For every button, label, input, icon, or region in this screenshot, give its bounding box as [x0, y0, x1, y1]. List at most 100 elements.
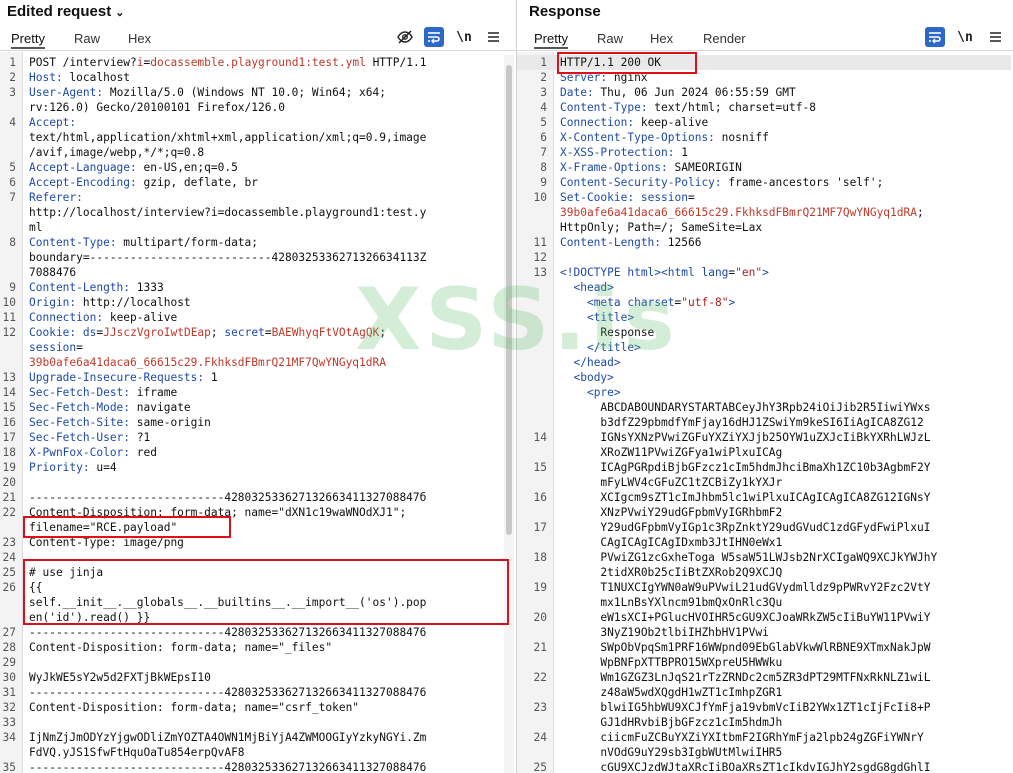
code-line[interactable]: 4 Accept: — [0, 115, 503, 130]
code-line[interactable]: 39b0afe6a41daca6_66615c29.FkhksdFBmrQ21M… — [517, 205, 1011, 220]
code-line[interactable]: 8 X-Frame-Options: SAMEORIGIN — [517, 160, 1011, 175]
code-line[interactable]: 5 Connection: keep-alive — [517, 115, 1011, 130]
code-line[interactable]: 3 User-Agent: Mozilla/5.0 (Windows NT 10.… — [0, 85, 503, 100]
code-line[interactable]: 34 IjNmZjJmODYzYjgwODliZmYOZTA4OWN1MjBiYj… — [0, 730, 503, 745]
code-line[interactable]: <meta charset="utf-8"> — [517, 295, 1011, 310]
code-line[interactable]: boundary=---------------------------4280… — [0, 250, 503, 265]
response-editor[interactable]: 1 HTTP/1.1 200 OK 2 Server: nginx 3 Date: Thu… — [517, 55, 1011, 773]
code-line[interactable]: 25 cGU9XCJzdWJtaXRcIiBOaXRsZT1cIkdvIGJhY… — [517, 760, 1011, 773]
tab-raw[interactable]: Raw — [597, 31, 623, 46]
wrap-lines-icon[interactable] — [424, 27, 444, 47]
code-line[interactable]: 7 Referer: — [0, 190, 503, 205]
code-line[interactable]: 2tidXR0b25cIiBtZXRob2Q9XCJQ — [517, 565, 1011, 580]
code-line[interactable]: 1 HTTP/1.1 200 OK — [517, 55, 1011, 70]
code-line[interactable]: 39b0afe6a41daca6_66615c29.FkhksdFBmrQ21M… — [0, 355, 503, 370]
code-line[interactable]: 2 Server: nginx — [517, 70, 1011, 85]
code-line[interactable]: CAgICAgICAgIDxmb3JtIHN0eWx1 — [517, 535, 1011, 550]
tab-render[interactable]: Render — [703, 31, 746, 46]
code-line[interactable]: http://localhost/interview?i=docassemble… — [0, 205, 503, 220]
code-line[interactable]: 17 Sec-Fetch-User: ?1 — [0, 430, 503, 445]
code-line[interactable]: 22 Wm1GZGZ3LnJqS21rTzZRNDc2cm5ZR3dPT29MT… — [517, 670, 1011, 685]
tab-hex[interactable]: Hex — [650, 31, 673, 46]
code-line[interactable]: Response — [517, 325, 1011, 340]
code-line[interactable]: 21 SWpObVpqSm1PRF16WWpnd09EbGlabVkwWlRBN… — [517, 640, 1011, 655]
wrap-lines-icon[interactable] — [925, 27, 945, 47]
code-line[interactable]: rv:126.0) Gecko/20100101 Firefox/126.0 — [0, 100, 503, 115]
code-line[interactable]: nVOdG9uY29sb3IgbWUtMlwiIHR5 — [517, 745, 1011, 760]
code-line[interactable]: 11 Connection: keep-alive — [0, 310, 503, 325]
code-line[interactable]: 22 Content-Disposition: form-data; name="… — [0, 505, 503, 520]
code-line[interactable]: mFyLWV4cGFuZC1tZCBiZy1kYXJr — [517, 475, 1011, 490]
code-line[interactable]: 21 -----------------------------428032533… — [0, 490, 503, 505]
code-line[interactable]: en('id').read() }} — [0, 610, 503, 625]
code-line[interactable]: 9 Content-Security-Policy: frame-ancestor… — [517, 175, 1011, 190]
code-line[interactable]: 9 Content-Length: 1333 — [0, 280, 503, 295]
code-line[interactable]: 5 Accept-Language: en-US,en;q=0.5 — [0, 160, 503, 175]
code-line[interactable]: <body> — [517, 370, 1011, 385]
tab-raw[interactable]: Raw — [74, 31, 100, 46]
code-line[interactable]: 17 Y29udGFpbmVyIGp1c3RpZnktY29udGVudC1zd… — [517, 520, 1011, 535]
code-line[interactable]: text/html,application/xhtml+xml,applicat… — [0, 130, 503, 145]
code-line[interactable]: 18 X-PwnFox-Color: red — [0, 445, 503, 460]
code-line[interactable]: 7 X-XSS-Protection: 1 — [517, 145, 1011, 160]
menu-icon[interactable] — [483, 27, 503, 47]
code-line[interactable]: 35 -----------------------------428032533… — [0, 760, 503, 773]
code-line[interactable]: 25 # use jinja — [0, 565, 503, 580]
code-line[interactable]: 23 Content-Type: image/png — [0, 535, 503, 550]
code-line[interactable]: <head> — [517, 280, 1011, 295]
code-line[interactable]: 16 XCIgcm9sZT1cImJhbm5lc1wiPlxuICAgICAgI… — [517, 490, 1011, 505]
code-line[interactable]: 20 — [0, 475, 503, 490]
code-line[interactable]: 33 — [0, 715, 503, 730]
code-line[interactable]: 1 POST /interview?i=docassemble.playgroun… — [0, 55, 503, 70]
request-scrollbar[interactable] — [504, 55, 514, 773]
code-line[interactable]: filename="RCE.payload" — [0, 520, 503, 535]
code-line[interactable]: ml — [0, 220, 503, 235]
code-line[interactable]: 24 — [0, 550, 503, 565]
code-line[interactable]: <title> — [517, 310, 1011, 325]
code-line[interactable]: </head> — [517, 355, 1011, 370]
code-line[interactable]: 12 Cookie: ds=JJsczVgroIwtDEap; secret=BA… — [0, 325, 503, 340]
chevron-down-icon[interactable]: ⌄ — [115, 7, 124, 19]
request-editor[interactable]: 1 POST /interview?i=docassemble.playgroun… — [0, 55, 503, 773]
request-title[interactable]: Edited request ⌄ — [7, 3, 124, 20]
code-line[interactable]: b3dfZ29pbmdfYmFjay16dHJ1ZSwiYm9keSI6IiAg… — [517, 415, 1011, 430]
tab-pretty[interactable]: Pretty — [11, 31, 45, 49]
code-line[interactable]: 32 Content-Disposition: form-data; name="… — [0, 700, 503, 715]
code-line[interactable]: 24 ciicmFuZCBuYXZiYXItbmF2IGRhYmFja2lpb2… — [517, 730, 1011, 745]
code-line[interactable]: 11 Content-Length: 12566 — [517, 235, 1011, 250]
code-line[interactable]: XNzPVwiY29udGFpbmVyIGRhbmF2 — [517, 505, 1011, 520]
code-line[interactable]: 6 Accept-Encoding: gzip, deflate, br — [0, 175, 503, 190]
code-line[interactable]: 26 {{ — [0, 580, 503, 595]
code-line[interactable]: 31 -----------------------------428032533… — [0, 685, 503, 700]
code-line[interactable]: 15 Sec-Fetch-Mode: navigate — [0, 400, 503, 415]
code-line[interactable]: 8 Content-Type: multipart/form-data; — [0, 235, 503, 250]
code-line[interactable]: 3NyZ19Ob2tlbiIHZhbHV1PVwi — [517, 625, 1011, 640]
code-line[interactable]: 16 Sec-Fetch-Site: same-origin — [0, 415, 503, 430]
code-line[interactable]: 7088476 — [0, 265, 503, 280]
code-line[interactable]: WpBNFpXTTBPRO15WXpreU5HWWku — [517, 655, 1011, 670]
code-line[interactable]: 15 ICAgPGRpdiBjbGFzcz1cIm5hdmJhciBmaXh1Z… — [517, 460, 1011, 475]
code-line[interactable]: GJ1dHRvbiBjbGFzcz1cIm5hdmJh — [517, 715, 1011, 730]
code-line[interactable]: 23 blwiIG5hbWU9XCJfYmFja19vbmVcIiB2YWx1Z… — [517, 700, 1011, 715]
code-line[interactable]: 13 Upgrade-Insecure-Requests: 1 — [0, 370, 503, 385]
tab-hex[interactable]: Hex — [128, 31, 151, 46]
code-line[interactable]: 14 IGNsYXNzPVwiZGFuYXZiYXJjb25OYW1uZXJcI… — [517, 430, 1011, 445]
code-line[interactable]: /avif,image/webp,*/*;q=0.8 — [0, 145, 503, 160]
code-line[interactable]: 18 PVwiZG1zcGxheToga W5saW51LWJsb2NrXCIg… — [517, 550, 1011, 565]
code-line[interactable]: 2 Host: localhost — [0, 70, 503, 85]
code-line[interactable]: ABCDABOUNDARYSTARTABCeyJhY3Rpb24iOiJib2R… — [517, 400, 1011, 415]
eye-slash-icon[interactable] — [395, 27, 415, 47]
code-line[interactable]: <pre> — [517, 385, 1011, 400]
code-line[interactable]: 30 WyJkWE5sY2w5d2FXTjBkWEpsI10 — [0, 670, 503, 685]
code-line[interactable]: </title> — [517, 340, 1011, 355]
code-line[interactable]: 14 Sec-Fetch-Dest: iframe — [0, 385, 503, 400]
code-line[interactable]: 3 Date: Thu, 06 Jun 2024 06:55:59 GMT — [517, 85, 1011, 100]
menu-icon[interactable] — [985, 27, 1005, 47]
code-line[interactable]: 29 — [0, 655, 503, 670]
code-line[interactable]: 10 Origin: http://localhost — [0, 295, 503, 310]
code-line[interactable]: 19 Priority: u=4 — [0, 460, 503, 475]
code-line[interactable]: 12 — [517, 250, 1011, 265]
code-line[interactable]: HttpOnly; Path=/; SameSite=Lax — [517, 220, 1011, 235]
newline-toggle-icon[interactable]: \n — [955, 27, 975, 47]
code-line[interactable]: 13 <!DOCTYPE html><html lang="en"> — [517, 265, 1011, 280]
